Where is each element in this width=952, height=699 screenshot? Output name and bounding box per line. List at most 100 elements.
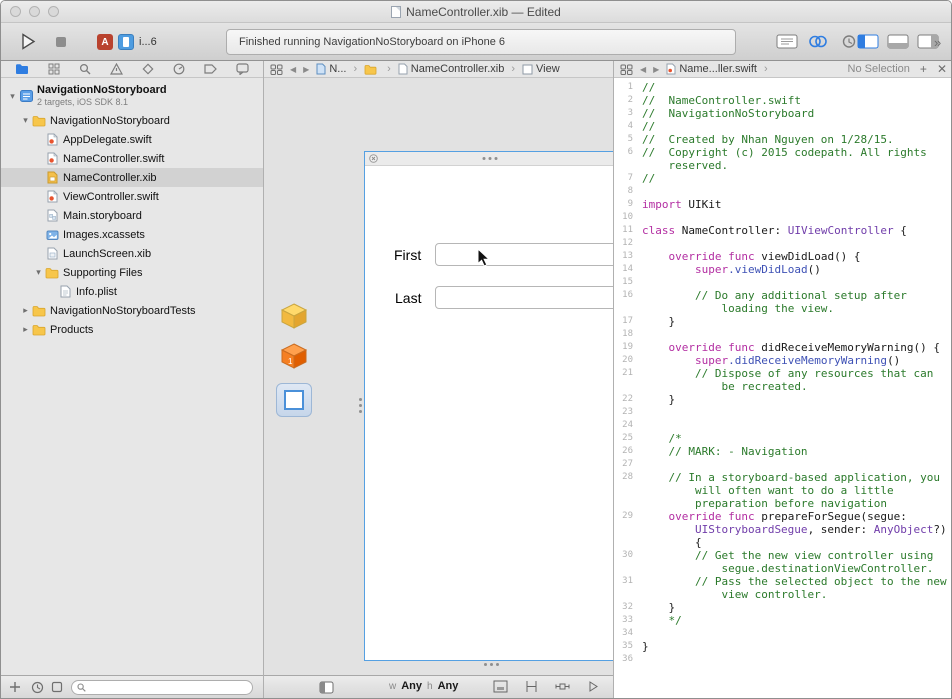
code-line[interactable]: 33*/ [614,614,952,627]
disclosure-triangle-icon[interactable]: ▾ [7,91,18,102]
code-line[interactable]: 1// [614,81,952,94]
recent-files-filter-icon[interactable] [31,681,44,694]
breadcrumb-view[interactable]: View [522,63,560,75]
navigator-row[interactable]: NameController.swift [1,149,263,168]
close-window-button[interactable] [10,6,21,17]
code-line[interactable]: 28// In a storyboard-based application, … [614,471,952,510]
breadcrumb-file[interactable]: NameController.xib [398,63,505,75]
last-label[interactable]: Last [395,290,421,306]
selection-handle-top[interactable] [482,157,497,160]
code-line[interactable]: 24 [614,419,952,432]
code-line[interactable]: 6// Copyright (c) 2015 codepath. All rig… [614,146,952,172]
document-proxy-icon[interactable] [391,6,401,18]
navigator-row[interactable]: Info.plist [1,282,263,301]
selection-handle-bottom[interactable] [484,663,499,666]
breadcrumb-project[interactable]: N... [316,63,346,75]
run-button[interactable] [21,33,36,50]
go-forward-icon[interactable]: ▶ [653,65,659,74]
code-line[interactable]: 5// Created by Nhan Nguyen on 1/28/15. [614,133,952,146]
code-line[interactable]: 11class NameController: UIViewController… [614,224,952,237]
filter-input[interactable] [89,682,247,693]
scheme-selector[interactable]: A i...6 [97,34,157,50]
navigator-row[interactable]: LaunchScreen.xib [1,244,263,263]
assistant-editor-button[interactable] [807,34,829,49]
disclosure-triangle-icon[interactable]: ▸ [20,305,31,316]
code-line[interactable]: 8 [614,185,952,198]
code-line[interactable]: 15 [614,276,952,289]
toggle-navigator-button[interactable] [857,34,879,49]
navigator-row[interactable]: ▸NavigationNoStoryboardTests [1,301,263,320]
disclosure-triangle-icon[interactable]: ▾ [33,267,44,278]
source-code-editor[interactable]: 1//2// NameController.swift3// Navigatio… [614,78,952,698]
navigator-row[interactable]: ▾Supporting Files [1,263,263,282]
code-line[interactable]: 9import UIKit [614,198,952,211]
code-line[interactable]: 25/* [614,432,952,445]
navigator-row[interactable]: ▸Products [1,320,263,339]
project-navigator-tab-icon[interactable] [15,63,29,75]
navigator-row[interactable]: Main.storyboard [1,206,263,225]
related-items-icon[interactable] [270,64,283,75]
find-navigator-tab-icon[interactable] [79,63,91,75]
code-line[interactable]: 2// NameController.swift [614,94,952,107]
debug-navigator-tab-icon[interactable] [173,63,185,75]
breadcrumb-folder[interactable] [364,64,380,75]
view-object-dock-button[interactable] [276,383,312,417]
source-control-filter-icon[interactable] [51,681,63,693]
code-line[interactable]: 17} [614,315,952,328]
first-label[interactable]: First [394,247,421,263]
go-back-icon[interactable]: ◀ [640,65,646,74]
close-view-icon[interactable] [369,154,378,163]
code-line[interactable]: 4// [614,120,952,133]
document-outline-toggle-icon[interactable] [319,681,334,694]
files-owner-icon[interactable] [280,303,308,329]
navigator-row[interactable]: NameController.xib [1,168,263,187]
first-responder-icon[interactable]: 1 [280,343,308,369]
close-assistant-editor-icon[interactable]: ✕ [937,62,947,76]
code-line[interactable]: 7// [614,172,952,185]
pin-constraints-icon[interactable] [555,680,570,693]
code-line[interactable]: 27 [614,458,952,471]
size-class-control[interactable]: w Any h Any [389,680,458,692]
navigator-row[interactable]: ▾NavigationNoStoryboard2 targets, iOS SD… [1,81,263,111]
issue-navigator-tab-icon[interactable] [110,63,123,75]
code-line[interactable]: 12 [614,237,952,250]
resolve-issues-icon[interactable] [586,680,601,693]
code-line[interactable]: 22} [614,393,952,406]
go-back-icon[interactable]: ◀ [290,65,296,74]
report-navigator-tab-icon[interactable] [236,63,249,75]
embed-in-stack-icon[interactable] [493,680,508,693]
code-line[interactable]: 23 [614,406,952,419]
minimize-window-button[interactable] [29,6,40,17]
navigator-row[interactable]: Images.xcassets [1,225,263,244]
code-line[interactable]: 36 [614,653,952,666]
related-items-icon[interactable] [620,64,633,75]
navigator-row[interactable]: ViewController.swift [1,187,263,206]
code-line[interactable]: 16// Do any additional setup after loadi… [614,289,952,315]
code-line[interactable]: 3// NavigationNoStoryboard [614,107,952,120]
code-line[interactable]: 34 [614,627,952,640]
stop-button[interactable] [55,36,67,48]
code-line[interactable]: 20super.didReceiveMemoryWarning() [614,354,952,367]
symbol-navigator-tab-icon[interactable] [48,63,60,75]
navigator-row[interactable]: AppDelegate.swift [1,130,263,149]
toggle-debug-area-button[interactable] [887,34,909,49]
selection-crumb[interactable]: No Selection [848,63,910,75]
code-line[interactable]: 14super.viewDidLoad() [614,263,952,276]
code-line[interactable]: 26// MARK: - Navigation [614,445,952,458]
align-icon[interactable] [524,680,539,693]
toolbar-overflow-icon[interactable]: » [934,35,941,50]
code-line[interactable]: 30// Get the new view controller using s… [614,549,952,575]
code-line[interactable]: 29override func prepareForSegue(segue: U… [614,510,952,549]
code-line[interactable]: 31// Pass the selected object to the new… [614,575,952,601]
code-line[interactable]: 21// Dispose of any resources that can b… [614,367,952,393]
test-navigator-tab-icon[interactable] [142,63,154,75]
code-line[interactable]: 10 [614,211,952,224]
disclosure-triangle-icon[interactable]: ▾ [20,115,31,126]
navigator-row[interactable]: ▾NavigationNoStoryboard [1,111,263,130]
go-forward-icon[interactable]: ▶ [303,65,309,74]
assistant-file-crumb[interactable]: Name...ller.swift [666,63,757,75]
disclosure-triangle-icon[interactable]: ▸ [20,324,31,335]
add-assistant-editor-icon[interactable]: + [920,62,927,76]
code-line[interactable]: 18 [614,328,952,341]
code-line[interactable]: 19override func didReceiveMemoryWarning(… [614,341,952,354]
